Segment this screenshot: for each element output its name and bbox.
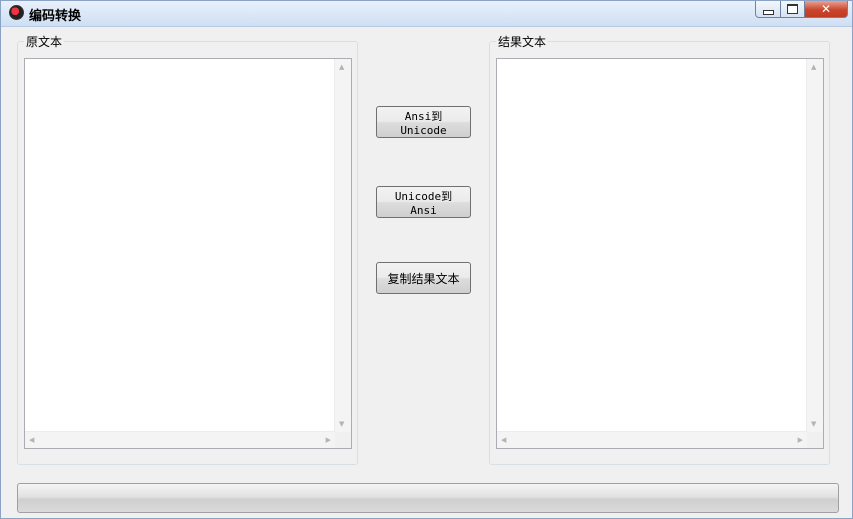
source-textbox[interactable]: ▲ ▼ ◀ ▶ [24,58,352,449]
scrollbar-corner [335,432,351,448]
scroll-right-icon[interactable]: ▶ [326,436,331,444]
result-textbox[interactable]: ▲ ▼ ◀ ▶ [496,58,824,449]
minimize-button[interactable] [755,1,781,18]
scroll-left-icon[interactable]: ◀ [501,436,506,444]
scrollbar-corner [807,432,823,448]
maximize-icon [787,4,798,14]
main-window: 编码转换 ✕ 原文本 ▲ ▼ ◀ ▶ 结果文本 ▲ ▼ ◀ ▶ Ansi到Uni… [0,0,853,519]
window-controls: ✕ [755,1,848,19]
progress-bar [17,483,839,513]
source-vertical-scrollbar[interactable]: ▲ ▼ [334,59,351,432]
source-label: 原文本 [24,33,65,50]
maximize-button[interactable] [781,1,805,18]
close-button[interactable]: ✕ [805,1,848,18]
close-icon: ✕ [820,2,832,16]
scroll-down-icon[interactable]: ▼ [339,420,344,428]
scroll-left-icon[interactable]: ◀ [29,436,34,444]
result-horizontal-scrollbar[interactable]: ◀ ▶ [497,431,807,448]
unicode-to-ansi-button[interactable]: Unicode到Ansi [376,186,471,218]
copy-result-button[interactable]: 复制结果文本 [376,262,471,294]
window-title: 编码转换 [29,9,82,24]
title-bar[interactable]: 编码转换 ✕ [1,1,852,27]
scroll-up-icon[interactable]: ▲ [339,63,344,71]
scroll-down-icon[interactable]: ▼ [811,420,816,428]
scroll-up-icon[interactable]: ▲ [811,63,816,71]
minimize-icon [762,9,774,15]
source-horizontal-scrollbar[interactable]: ◀ ▶ [25,431,335,448]
ansi-to-unicode-button[interactable]: Ansi到Unicode [376,106,471,138]
scroll-right-icon[interactable]: ▶ [798,436,803,444]
result-vertical-scrollbar[interactable]: ▲ ▼ [806,59,823,432]
result-label: 结果文本 [496,33,549,50]
app-icon [9,5,24,20]
